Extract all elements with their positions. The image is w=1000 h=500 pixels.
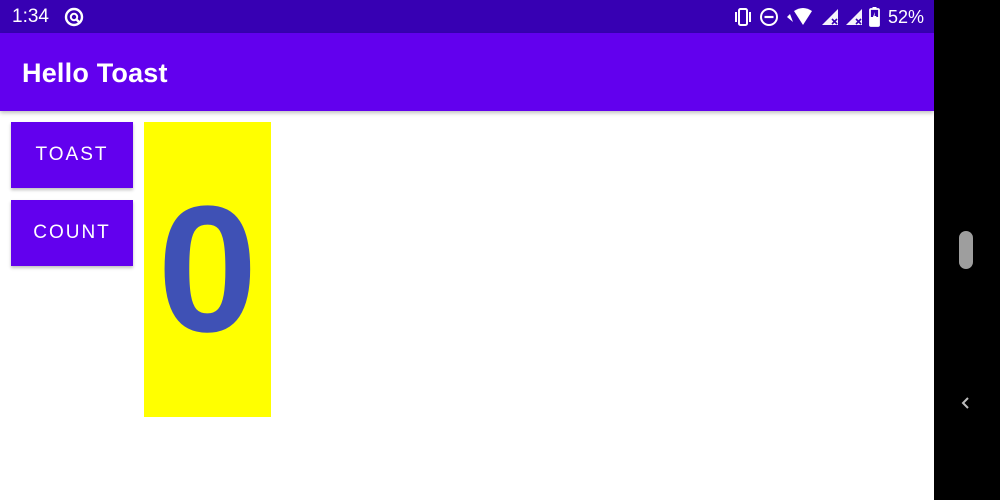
signal-icon xyxy=(821,8,839,26)
app-screen: 1:34 52% Hello Toast TOAST COUNT 0 xyxy=(0,0,934,500)
status-icons: 52% xyxy=(733,6,924,28)
app-notification-icon xyxy=(64,7,84,27)
toast-button[interactable]: Toast xyxy=(11,122,133,188)
home-pill-icon[interactable] xyxy=(959,231,973,269)
wifi-icon xyxy=(785,8,815,26)
signal-icon xyxy=(845,8,863,26)
vibrate-icon xyxy=(733,8,753,26)
battery-charging-icon xyxy=(869,7,880,27)
app-title: Hello Toast xyxy=(22,58,168,88)
counter-display: 0 xyxy=(144,122,271,417)
app-bar: Hello Toast xyxy=(0,33,934,111)
count-button[interactable]: Count xyxy=(11,200,133,266)
battery-percent: 52% xyxy=(887,7,924,27)
back-chevron-icon[interactable] xyxy=(957,392,975,414)
do-not-disturb-icon xyxy=(759,7,779,27)
status-bar: 1:34 52% xyxy=(0,0,934,33)
status-time: 1:34 xyxy=(12,6,49,27)
count-value: 0 xyxy=(157,168,258,370)
navigation-bar xyxy=(934,0,1000,500)
